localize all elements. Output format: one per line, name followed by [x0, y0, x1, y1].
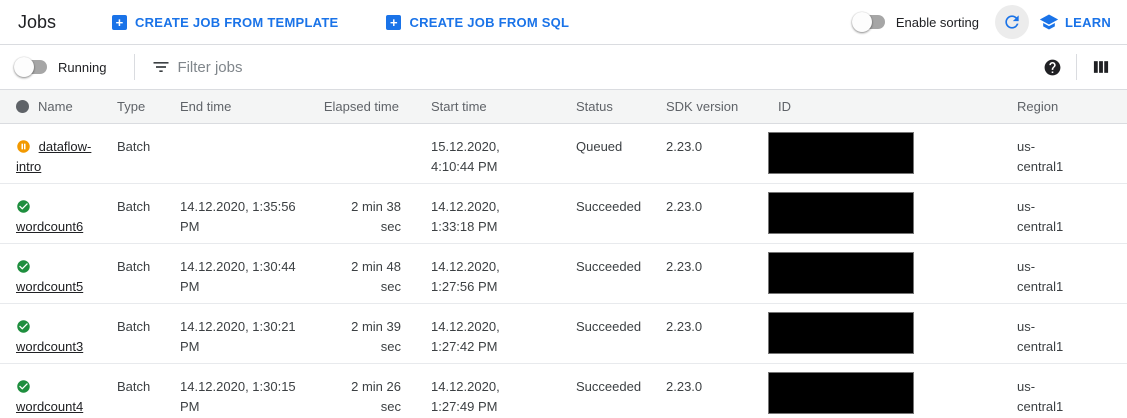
job-elapsed-time — [307, 123, 401, 183]
job-type: Batch — [117, 183, 180, 243]
job-sdk-version: 2.23.0 — [666, 303, 768, 363]
create-job-from-sql-button[interactable]: + CREATE JOB FROM SQL — [386, 15, 569, 30]
redacted-job-id — [768, 132, 914, 174]
job-status: Succeeded — [576, 363, 666, 418]
column-header-name: Name — [0, 90, 117, 123]
create-job-from-template-label: CREATE JOB FROM TEMPLATE — [135, 15, 338, 30]
dataflow-jobs-page: Jobs + CREATE JOB FROM TEMPLATE + CREATE… — [0, 0, 1127, 418]
redacted-job-id — [768, 252, 914, 294]
table-header-row: Name Type End time Elapsed time Start ti… — [0, 90, 1127, 123]
column-header-end-time: End time — [180, 90, 307, 123]
page-title: Jobs — [18, 12, 56, 33]
check-circle-icon — [16, 319, 31, 334]
job-start-time: 14.12.2020, 1:27:42 PM — [401, 303, 576, 363]
job-row: wordcount6 Batch 14.12.2020, 1:35:56 PM … — [0, 183, 1127, 243]
toggle-knob — [852, 12, 872, 32]
running-label: Running — [58, 60, 106, 75]
job-elapsed-time: 2 min 39 sec — [307, 303, 401, 363]
help-button[interactable] — [1043, 58, 1062, 77]
job-start-time: 14.12.2020, 1:27:49 PM — [401, 363, 576, 418]
job-sdk-version: 2.23.0 — [666, 363, 768, 418]
refresh-button[interactable] — [995, 5, 1029, 39]
job-name-link[interactable]: wordcount4 — [16, 399, 83, 414]
redacted-job-id — [768, 312, 914, 354]
toolbar-divider — [1076, 54, 1077, 80]
job-region: us-central1 — [1017, 123, 1127, 183]
create-job-from-template-button[interactable]: + CREATE JOB FROM TEMPLATE — [112, 15, 338, 30]
job-elapsed-time: 2 min 48 sec — [307, 243, 401, 303]
learn-button[interactable]: LEARN — [1039, 12, 1111, 32]
enable-sorting-toggle[interactable] — [852, 12, 886, 32]
job-end-time: 14.12.2020, 1:30:21 PM — [180, 303, 307, 363]
check-circle-icon — [16, 379, 31, 394]
jobs-table: Name Type End time Elapsed time Start ti… — [0, 90, 1127, 418]
add-icon: + — [112, 15, 127, 30]
column-header-elapsed-time: Elapsed time — [307, 90, 401, 123]
refresh-icon — [1002, 12, 1022, 32]
job-status: Succeeded — [576, 183, 666, 243]
filter-jobs-input[interactable] — [177, 52, 1043, 82]
job-name-link[interactable]: wordcount6 — [16, 219, 83, 234]
job-region: us-central1 — [1017, 303, 1127, 363]
job-sdk-version: 2.23.0 — [666, 183, 768, 243]
enable-sorting-label: Enable sorting — [896, 15, 979, 30]
column-header-start-time: Start time — [401, 90, 576, 123]
column-header-sdk-version: SDK version — [666, 90, 768, 123]
job-elapsed-time: 2 min 26 sec — [307, 363, 401, 418]
column-header-type: Type — [117, 90, 180, 123]
school-icon — [1039, 12, 1059, 32]
job-type: Batch — [117, 123, 180, 183]
job-end-time: 14.12.2020, 1:30:44 PM — [180, 243, 307, 303]
job-start-time: 14.12.2020, 1:33:18 PM — [401, 183, 576, 243]
job-type: Batch — [117, 303, 180, 363]
job-row: dataflow-intro Batch 15.12.2020, 4:10:44… — [0, 123, 1127, 183]
status-circle-icon — [16, 100, 29, 113]
job-type: Batch — [117, 243, 180, 303]
filter-toolbar: Running — [0, 45, 1127, 90]
check-circle-icon — [16, 199, 31, 214]
check-circle-icon — [16, 259, 31, 274]
job-row: wordcount3 Batch 14.12.2020, 1:30:21 PM … — [0, 303, 1127, 363]
job-status: Succeeded — [576, 243, 666, 303]
create-job-from-sql-label: CREATE JOB FROM SQL — [409, 15, 569, 30]
running-toggle[interactable] — [14, 57, 48, 77]
toggle-knob — [14, 57, 34, 77]
redacted-job-id — [768, 372, 914, 414]
job-elapsed-time: 2 min 38 sec — [307, 183, 401, 243]
job-name-link[interactable]: wordcount5 — [16, 279, 83, 294]
job-end-time — [180, 123, 307, 183]
job-start-time: 14.12.2020, 1:27:56 PM — [401, 243, 576, 303]
job-row: wordcount4 Batch 14.12.2020, 1:30:15 PM … — [0, 363, 1127, 418]
job-sdk-version: 2.23.0 — [666, 243, 768, 303]
job-type: Batch — [117, 363, 180, 418]
column-display-icon — [1091, 57, 1111, 77]
redacted-job-id — [768, 192, 914, 234]
pause-circle-icon — [16, 139, 31, 154]
column-display-button[interactable] — [1091, 57, 1111, 77]
column-header-region: Region — [1017, 90, 1127, 123]
learn-label: LEARN — [1065, 15, 1111, 30]
job-region: us-central1 — [1017, 183, 1127, 243]
column-header-status: Status — [576, 90, 666, 123]
job-end-time: 14.12.2020, 1:35:56 PM — [180, 183, 307, 243]
job-name-link[interactable]: wordcount3 — [16, 339, 83, 354]
job-region: us-central1 — [1017, 243, 1127, 303]
page-header: Jobs + CREATE JOB FROM TEMPLATE + CREATE… — [0, 0, 1127, 45]
job-row: wordcount5 Batch 14.12.2020, 1:30:44 PM … — [0, 243, 1127, 303]
job-end-time: 14.12.2020, 1:30:15 PM — [180, 363, 307, 418]
job-sdk-version: 2.23.0 — [666, 123, 768, 183]
job-start-time: 15.12.2020, 4:10:44 PM — [401, 123, 576, 183]
add-icon: + — [386, 15, 401, 30]
job-region: us-central1 — [1017, 363, 1127, 418]
filter-list-icon — [151, 57, 171, 77]
help-icon — [1043, 58, 1062, 77]
toolbar-divider — [134, 54, 135, 80]
job-status: Succeeded — [576, 303, 666, 363]
column-header-id: ID — [768, 90, 1017, 123]
job-status: Queued — [576, 123, 666, 183]
